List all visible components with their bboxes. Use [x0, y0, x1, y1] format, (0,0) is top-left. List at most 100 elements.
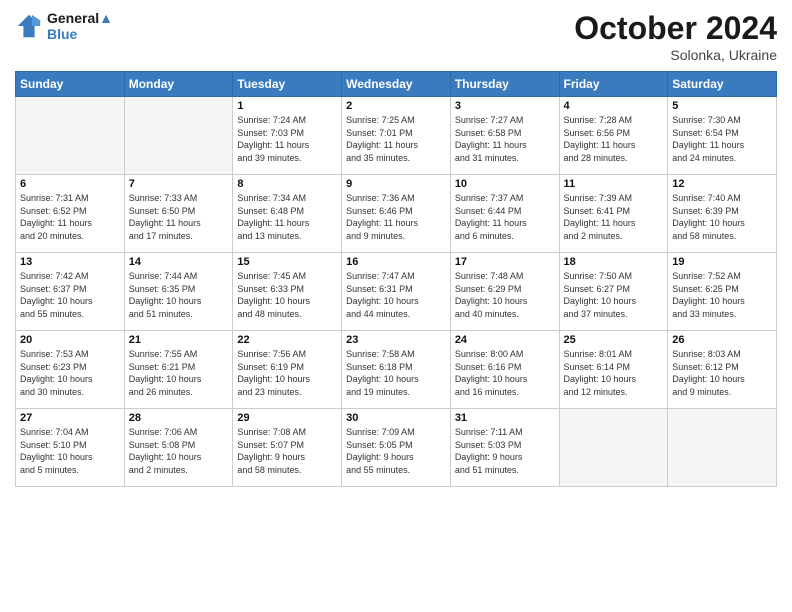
- day-info: Sunrise: 7:08 AM Sunset: 5:07 PM Dayligh…: [237, 426, 337, 476]
- calendar-cell: 9 Sunrise: 7:36 AM Sunset: 6:46 PM Daylig…: [342, 175, 451, 253]
- day-info: Sunrise: 7:30 AM Sunset: 6:54 PM Dayligh…: [672, 114, 772, 164]
- calendar-cell: 31 Sunrise: 7:11 AM Sunset: 5:03 PM Dayli…: [450, 409, 559, 487]
- calendar-cell: [559, 409, 668, 487]
- calendar-cell: 14 Sunrise: 7:44 AM Sunset: 6:35 PM Dayli…: [124, 253, 233, 331]
- calendar-table: SundayMondayTuesdayWednesdayThursdayFrid…: [15, 71, 777, 487]
- calendar-cell: 4 Sunrise: 7:28 AM Sunset: 6:56 PM Daylig…: [559, 97, 668, 175]
- day-number: 14: [129, 256, 229, 268]
- day-number: 5: [672, 100, 772, 112]
- calendar-cell: [16, 97, 125, 175]
- calendar-cell: 5 Sunrise: 7:30 AM Sunset: 6:54 PM Daylig…: [668, 97, 777, 175]
- day-number: 21: [129, 334, 229, 346]
- day-number: 7: [129, 178, 229, 190]
- weekday-saturday: Saturday: [668, 72, 777, 97]
- page: General▲ Blue October 2024 Solonka, Ukra…: [0, 0, 792, 612]
- day-info: Sunrise: 7:39 AM Sunset: 6:41 PM Dayligh…: [564, 192, 664, 242]
- day-info: Sunrise: 7:42 AM Sunset: 6:37 PM Dayligh…: [20, 270, 120, 320]
- calendar-cell: 24 Sunrise: 8:00 AM Sunset: 6:16 PM Dayli…: [450, 331, 559, 409]
- logo: General▲ Blue: [15, 10, 113, 42]
- calendar-cell: 21Sunrise: 7:55 AM Sunset: 6:21 PM Dayli…: [124, 331, 233, 409]
- calendar-cell: 11 Sunrise: 7:39 AM Sunset: 6:41 PM Dayli…: [559, 175, 668, 253]
- day-number: 27: [20, 412, 120, 424]
- weekday-friday: Friday: [559, 72, 668, 97]
- day-info: Sunrise: 7:58 AM Sunset: 6:18 PM Dayligh…: [346, 348, 446, 398]
- day-number: 1: [237, 100, 337, 112]
- day-number: 4: [564, 100, 664, 112]
- calendar-cell: 8 Sunrise: 7:34 AM Sunset: 6:48 PM Daylig…: [233, 175, 342, 253]
- day-info: Sunrise: 7:44 AM Sunset: 6:35 PM Dayligh…: [129, 270, 229, 320]
- calendar-cell: 15 Sunrise: 7:45 AM Sunset: 6:33 PM Dayli…: [233, 253, 342, 331]
- calendar-cell: 22Sunrise: 7:56 AM Sunset: 6:19 PM Dayli…: [233, 331, 342, 409]
- calendar-cell: 28Sunrise: 7:06 AM Sunset: 5:08 PM Dayli…: [124, 409, 233, 487]
- logo-text: General▲ Blue: [47, 10, 113, 42]
- day-number: 11: [564, 178, 664, 190]
- day-number: 24: [455, 334, 555, 346]
- day-info: Sunrise: 7:53 AM Sunset: 6:23 PM Dayligh…: [20, 348, 120, 398]
- day-info: Sunrise: 7:37 AM Sunset: 6:44 PM Dayligh…: [455, 192, 555, 242]
- day-number: 2: [346, 100, 446, 112]
- calendar-cell: 30Sunrise: 7:09 AM Sunset: 5:05 PM Dayli…: [342, 409, 451, 487]
- week-row-5: 27 Sunrise: 7:04 AM Sunset: 5:10 PM Dayli…: [16, 409, 777, 487]
- day-number: 10: [455, 178, 555, 190]
- day-number: 15: [237, 256, 337, 268]
- day-info: Sunrise: 7:48 AM Sunset: 6:29 PM Dayligh…: [455, 270, 555, 320]
- day-info: Sunrise: 7:31 AM Sunset: 6:52 PM Dayligh…: [20, 192, 120, 242]
- weekday-thursday: Thursday: [450, 72, 559, 97]
- day-number: 31: [455, 412, 555, 424]
- calendar-cell: 20 Sunrise: 7:53 AM Sunset: 6:23 PM Dayli…: [16, 331, 125, 409]
- calendar-cell: 23 Sunrise: 7:58 AM Sunset: 6:18 PM Dayli…: [342, 331, 451, 409]
- week-row-2: 6 Sunrise: 7:31 AM Sunset: 6:52 PM Daylig…: [16, 175, 777, 253]
- location: Solonka, Ukraine: [574, 47, 777, 63]
- calendar-cell: 2Sunrise: 7:25 AM Sunset: 7:01 PM Daylig…: [342, 97, 451, 175]
- day-info: Sunrise: 8:01 AM Sunset: 6:14 PM Dayligh…: [564, 348, 664, 398]
- day-info: Sunrise: 7:11 AM Sunset: 5:03 PM Dayligh…: [455, 426, 555, 476]
- day-number: 25: [564, 334, 664, 346]
- calendar-cell: 25 Sunrise: 8:01 AM Sunset: 6:14 PM Dayli…: [559, 331, 668, 409]
- calendar-cell: 27 Sunrise: 7:04 AM Sunset: 5:10 PM Dayli…: [16, 409, 125, 487]
- calendar-cell: 7 Sunrise: 7:33 AM Sunset: 6:50 PM Daylig…: [124, 175, 233, 253]
- day-info: Sunrise: 7:06 AM Sunset: 5:08 PM Dayligh…: [129, 426, 229, 476]
- calendar-cell: 19Sunrise: 7:52 AM Sunset: 6:25 PM Dayli…: [668, 253, 777, 331]
- weekday-tuesday: Tuesday: [233, 72, 342, 97]
- day-info: Sunrise: 7:40 AM Sunset: 6:39 PM Dayligh…: [672, 192, 772, 242]
- day-number: 29: [237, 412, 337, 424]
- calendar-cell: 10 Sunrise: 7:37 AM Sunset: 6:44 PM Dayli…: [450, 175, 559, 253]
- weekday-sunday: Sunday: [16, 72, 125, 97]
- calendar-cell: 6 Sunrise: 7:31 AM Sunset: 6:52 PM Daylig…: [16, 175, 125, 253]
- calendar-cell: [668, 409, 777, 487]
- weekday-wednesday: Wednesday: [342, 72, 451, 97]
- calendar-cell: 18Sunrise: 7:50 AM Sunset: 6:27 PM Dayli…: [559, 253, 668, 331]
- day-info: Sunrise: 8:00 AM Sunset: 6:16 PM Dayligh…: [455, 348, 555, 398]
- weekday-monday: Monday: [124, 72, 233, 97]
- calendar-cell: 29 Sunrise: 7:08 AM Sunset: 5:07 PM Dayli…: [233, 409, 342, 487]
- day-number: 23: [346, 334, 446, 346]
- day-info: Sunrise: 7:36 AM Sunset: 6:46 PM Dayligh…: [346, 192, 446, 242]
- day-info: Sunrise: 7:34 AM Sunset: 6:48 PM Dayligh…: [237, 192, 337, 242]
- day-info: Sunrise: 7:04 AM Sunset: 5:10 PM Dayligh…: [20, 426, 120, 476]
- calendar-cell: 1 Sunrise: 7:24 AM Sunset: 7:03 PM Daylig…: [233, 97, 342, 175]
- day-number: 6: [20, 178, 120, 190]
- day-info: Sunrise: 7:24 AM Sunset: 7:03 PM Dayligh…: [237, 114, 337, 164]
- day-number: 19: [672, 256, 772, 268]
- day-info: Sunrise: 7:28 AM Sunset: 6:56 PM Dayligh…: [564, 114, 664, 164]
- weekday-header-row: SundayMondayTuesdayWednesdayThursdayFrid…: [16, 72, 777, 97]
- title-block: October 2024 Solonka, Ukraine: [574, 10, 777, 63]
- logo-icon: [15, 12, 43, 40]
- day-number: 20: [20, 334, 120, 346]
- day-info: Sunrise: 7:45 AM Sunset: 6:33 PM Dayligh…: [237, 270, 337, 320]
- day-info: Sunrise: 7:33 AM Sunset: 6:50 PM Dayligh…: [129, 192, 229, 242]
- day-info: Sunrise: 8:03 AM Sunset: 6:12 PM Dayligh…: [672, 348, 772, 398]
- calendar-cell: 16 Sunrise: 7:47 AM Sunset: 6:31 PM Dayli…: [342, 253, 451, 331]
- week-row-3: 13Sunrise: 7:42 AM Sunset: 6:37 PM Dayli…: [16, 253, 777, 331]
- week-row-4: 20 Sunrise: 7:53 AM Sunset: 6:23 PM Dayli…: [16, 331, 777, 409]
- day-number: 12: [672, 178, 772, 190]
- day-info: Sunrise: 7:47 AM Sunset: 6:31 PM Dayligh…: [346, 270, 446, 320]
- calendar-cell: 26Sunrise: 8:03 AM Sunset: 6:12 PM Dayli…: [668, 331, 777, 409]
- day-info: Sunrise: 7:27 AM Sunset: 6:58 PM Dayligh…: [455, 114, 555, 164]
- day-number: 3: [455, 100, 555, 112]
- day-number: 16: [346, 256, 446, 268]
- day-number: 9: [346, 178, 446, 190]
- day-info: Sunrise: 7:09 AM Sunset: 5:05 PM Dayligh…: [346, 426, 446, 476]
- day-info: Sunrise: 7:56 AM Sunset: 6:19 PM Dayligh…: [237, 348, 337, 398]
- day-number: 8: [237, 178, 337, 190]
